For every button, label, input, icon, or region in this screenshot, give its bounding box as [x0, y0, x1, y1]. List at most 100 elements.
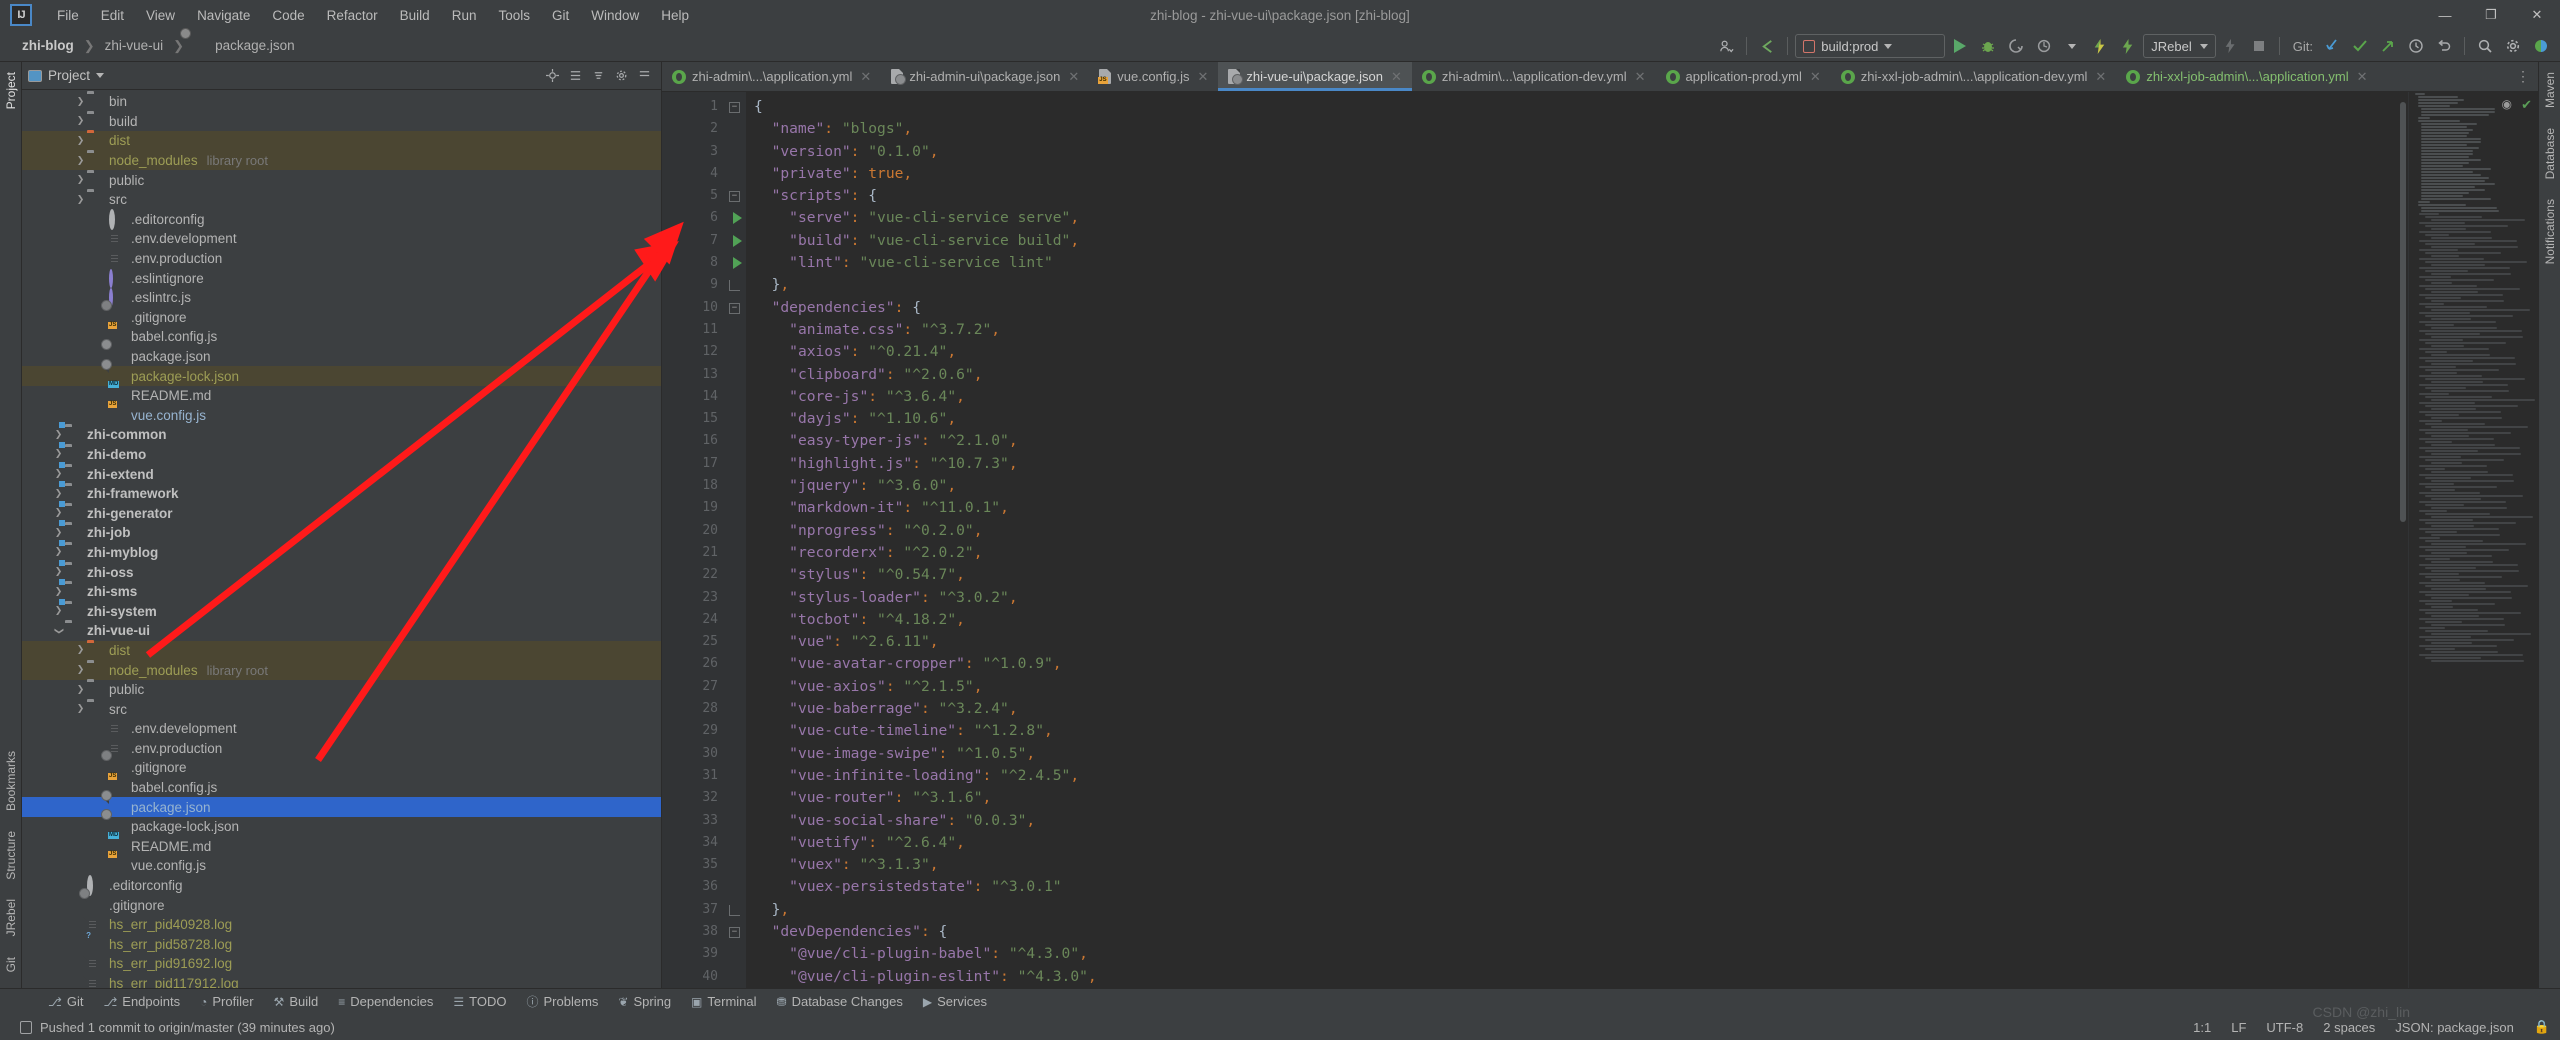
hotswap-debug-icon[interactable]	[2115, 34, 2141, 58]
chevron-right-icon[interactable]: ❯	[52, 528, 65, 538]
tree-node[interactable]: ❯ public	[22, 170, 661, 190]
tree-node[interactable]: hs_err_pid40928.log	[22, 915, 661, 935]
tool-window-button-endpoints[interactable]: ⎇ Endpoints	[93, 992, 190, 1011]
tree-node[interactable]: ❯ zhi-myblog	[22, 543, 661, 563]
lock-icon[interactable]: 🔒	[2534, 1019, 2550, 1035]
project-tree[interactable]: ❯ bin ❯ build ❯ dist ❯ node_modules library root…	[22, 90, 661, 988]
menu-item-code[interactable]: Code	[261, 5, 315, 26]
tool-window-button-build[interactable]: ⚒ Build	[264, 992, 329, 1011]
tree-node[interactable]: .env.development	[22, 719, 661, 739]
menu-item-edit[interactable]: Edit	[90, 5, 135, 26]
tree-node[interactable]: package.json	[22, 797, 661, 817]
tool-button-structure[interactable]: Structure	[4, 821, 18, 890]
code-fold-icon[interactable]: −	[729, 102, 740, 113]
chevron-right-icon[interactable]: ❯	[52, 449, 65, 459]
editor-tab[interactable]: application-prod.yml ✕	[1656, 62, 1831, 91]
tool-button-maven[interactable]: Maven	[2543, 62, 2557, 118]
tree-node[interactable]: hs_err_pid117912.log	[22, 974, 661, 988]
code-line[interactable]: },	[754, 274, 2408, 296]
tree-node[interactable]: ❯ zhi-vue-ui	[22, 621, 661, 641]
tree-node[interactable]: babel.config.js	[22, 327, 661, 347]
run-script-icon[interactable]	[733, 257, 742, 270]
code-line[interactable]: "name": "blogs",	[754, 118, 2408, 140]
close-icon[interactable]: ✕	[1391, 69, 1402, 85]
tree-node[interactable]: .eslintignore	[22, 268, 661, 288]
plugin-icon[interactable]	[2528, 34, 2554, 58]
tree-node[interactable]: hs_err_pid58728.log	[22, 935, 661, 955]
tree-node[interactable]: ❯ node_modules library root	[22, 150, 661, 171]
chevron-right-icon[interactable]: ❯	[52, 489, 65, 499]
indent-setting[interactable]: 2 spaces	[2323, 1020, 2375, 1035]
chevron-right-icon[interactable]: ❯	[74, 704, 87, 714]
code-content[interactable]: { "name": "blogs", "version": "0.1.0", "…	[746, 92, 2408, 988]
debug-bug-icon[interactable]	[1975, 34, 2001, 58]
gear-icon[interactable]	[2500, 34, 2526, 58]
hotswap-icon[interactable]	[2087, 34, 2113, 58]
tree-node[interactable]: ❯ build	[22, 112, 661, 132]
tree-node[interactable]: ❯ dist	[22, 131, 661, 151]
code-line[interactable]: "easy-typer-js": "^2.1.0",	[754, 430, 2408, 452]
menu-item-view[interactable]: View	[135, 5, 186, 26]
menu-item-refactor[interactable]: Refactor	[316, 5, 389, 26]
code-fold-icon[interactable]: −	[729, 191, 740, 203]
code-line[interactable]: "dependencies": {	[754, 297, 2408, 319]
chevron-right-icon[interactable]: ❯	[74, 116, 87, 126]
code-line[interactable]: "vuex": "^3.1.3",	[754, 854, 2408, 876]
code-line[interactable]: "vuex-persistedstate": "^3.0.1"	[754, 876, 2408, 898]
tree-node[interactable]: ❯ src	[22, 190, 661, 210]
tool-button-database[interactable]: Database	[2543, 118, 2557, 189]
expand-all-icon[interactable]	[564, 65, 586, 87]
collapse-all-icon[interactable]	[587, 65, 609, 87]
code-line[interactable]: "recorderx": "^2.0.2",	[754, 542, 2408, 564]
chevron-right-icon[interactable]: ❯	[52, 587, 65, 597]
code-line[interactable]: "highlight.js": "^10.7.3",	[754, 453, 2408, 475]
chevron-down-icon[interactable]: ❯	[54, 624, 64, 637]
tree-node[interactable]: .env.development	[22, 229, 661, 249]
code-line[interactable]: "nprogress": "^0.2.0",	[754, 520, 2408, 542]
coverage-icon[interactable]	[2003, 34, 2029, 58]
tool-window-button-dependencies[interactable]: ≡ Dependencies	[328, 992, 443, 1011]
jrebel-selector[interactable]: JRebel	[2143, 34, 2216, 58]
menu-item-git[interactable]: Git	[541, 5, 580, 26]
vcs-history-icon[interactable]	[2403, 34, 2429, 58]
code-line[interactable]: "tocbot": "^4.18.2",	[754, 609, 2408, 631]
chevron-right-icon[interactable]: ❯	[74, 136, 87, 146]
editor-tab[interactable]: zhi-xxl-job-admin\...\application-dev.ym…	[1831, 62, 2117, 91]
tree-node[interactable]: ❯ zhi-oss	[22, 562, 661, 582]
code-line[interactable]: },	[754, 899, 2408, 921]
close-icon[interactable]: ✕	[2095, 69, 2106, 85]
tree-node[interactable]: ❯ src	[22, 699, 661, 719]
line-separator[interactable]: LF	[2231, 1020, 2246, 1035]
menu-item-build[interactable]: Build	[389, 5, 441, 26]
chevron-right-icon[interactable]: ❯	[52, 606, 65, 616]
code-line[interactable]: "scripts": {	[754, 185, 2408, 207]
minimize-button[interactable]: —	[2422, 0, 2468, 30]
chevron-right-icon[interactable]: ❯	[52, 469, 65, 479]
tree-node[interactable]: vue.config.js	[22, 406, 661, 426]
vcs-commit-icon[interactable]	[2347, 34, 2373, 58]
tree-node[interactable]: ❯ zhi-framework	[22, 484, 661, 504]
tree-node[interactable]: .gitignore	[22, 308, 661, 328]
tree-node[interactable]: .editorconfig	[22, 208, 661, 230]
code-line[interactable]: "serve": "vue-cli-service serve",	[754, 207, 2408, 229]
code-fold-icon[interactable]	[729, 904, 740, 916]
code-line[interactable]: "version": "0.1.0",	[754, 141, 2408, 163]
close-icon[interactable]: ✕	[1198, 69, 1209, 85]
breadcrumb-item-1[interactable]: zhi-vue-ui	[101, 37, 168, 54]
tree-node[interactable]: ❯ zhi-generator	[22, 503, 661, 523]
menu-item-window[interactable]: Window	[580, 5, 650, 26]
tree-node[interactable]: README.md	[22, 837, 661, 857]
menu-item-run[interactable]: Run	[441, 5, 488, 26]
menu-item-tools[interactable]: Tools	[487, 5, 541, 26]
tree-node[interactable]: ❯ zhi-extend	[22, 464, 661, 484]
editor-scrollbar[interactable]	[2399, 92, 2408, 988]
code-line[interactable]: "markdown-it": "^11.0.1",	[754, 497, 2408, 519]
tool-window-button-profiler[interactable]: ◔ Profiler	[190, 992, 263, 1011]
code-line[interactable]: "@vue/cli-plugin-eslint": "^4.3.0",	[754, 966, 2408, 988]
tree-node[interactable]: ❯ bin	[22, 92, 661, 112]
tree-node[interactable]: vue.config.js	[22, 856, 661, 876]
breadcrumb-item-0[interactable]: zhi-blog	[18, 37, 78, 54]
close-icon[interactable]: ✕	[860, 69, 871, 85]
run-icon[interactable]	[1947, 34, 1973, 58]
chevron-down-icon[interactable]	[96, 73, 105, 78]
